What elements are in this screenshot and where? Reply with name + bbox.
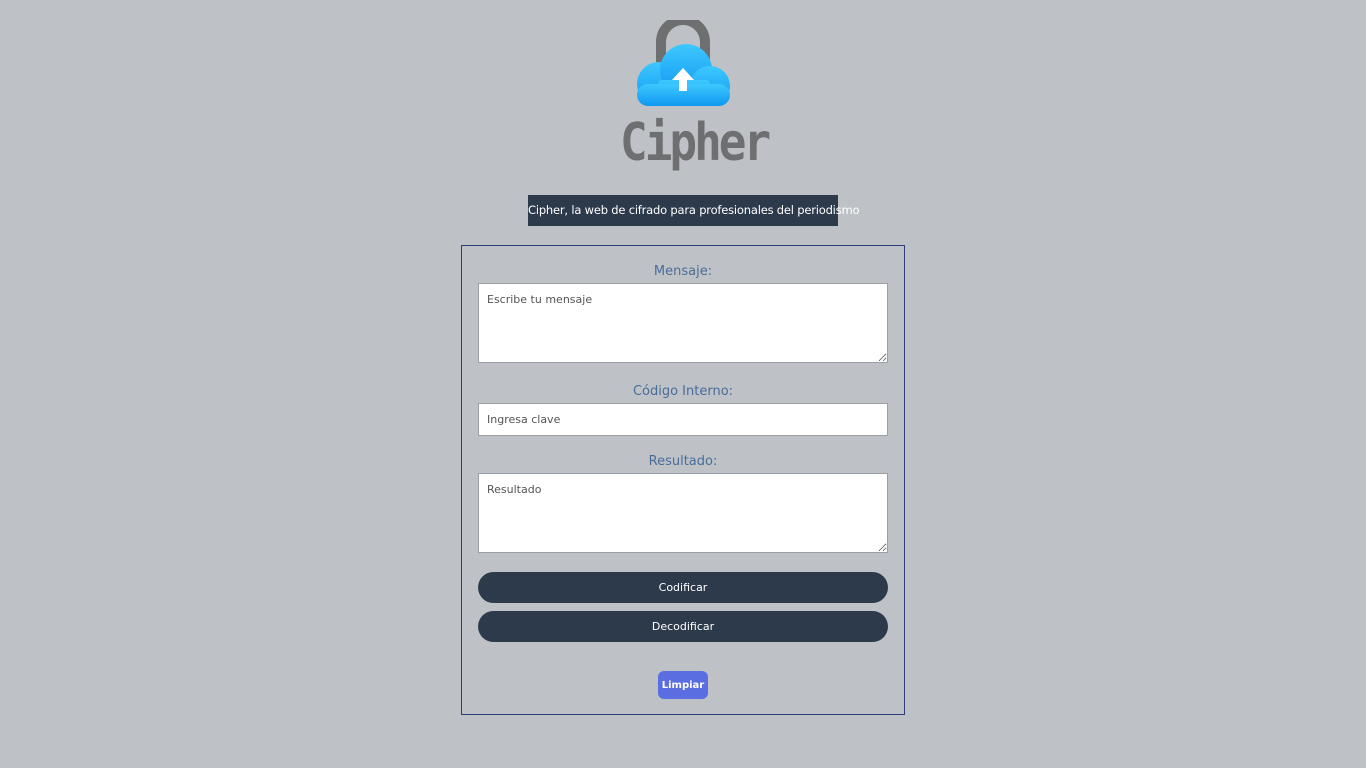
cipher-form-panel: Mensaje: Código Interno: Resultado: Codi… (461, 245, 905, 715)
cloud-lock-upload-icon (637, 15, 730, 106)
decode-button[interactable]: Decodificar (478, 611, 888, 642)
tagline-banner: Cipher, la web de cifrado para profesion… (528, 195, 859, 226)
message-textarea[interactable] (478, 283, 888, 363)
result-textarea[interactable] (478, 473, 888, 553)
key-label: Código Interno: (632, 384, 734, 399)
cipher-logo: Cipher (620, 15, 771, 173)
clear-button[interactable]: Limpiar (658, 671, 708, 699)
logo-wordmark: Cipher (620, 112, 771, 173)
message-label: Mensaje: (653, 264, 713, 279)
key-input[interactable] (478, 403, 888, 436)
result-label: Resultado: (648, 454, 718, 469)
encode-button[interactable]: Codificar (478, 572, 888, 603)
